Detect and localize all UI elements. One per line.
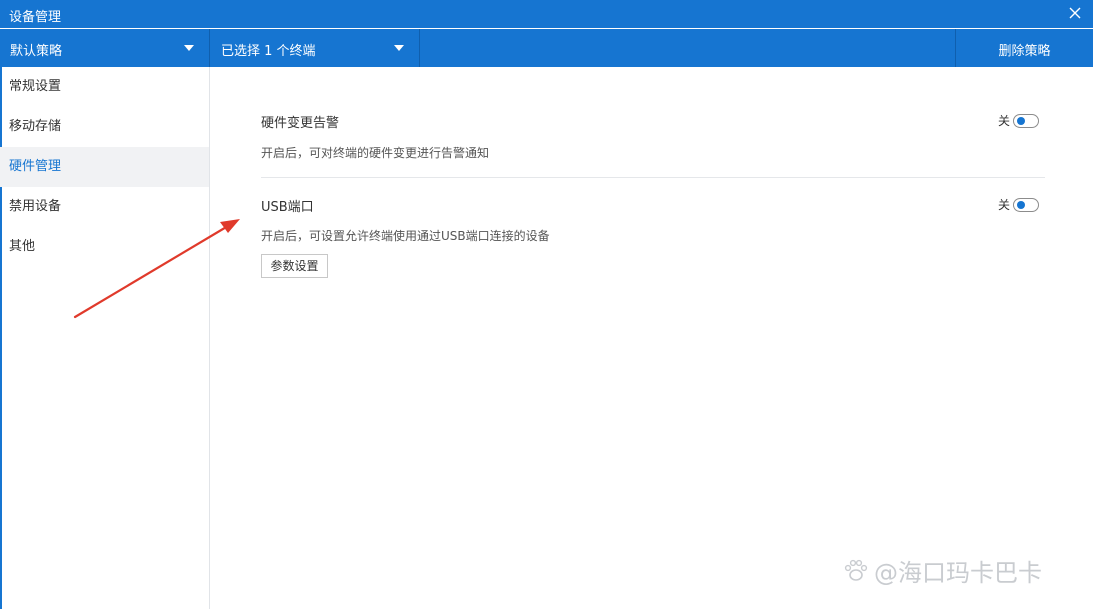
sidebar-item-removable-storage[interactable]: 移动存储 xyxy=(0,107,209,147)
window-title: 设备管理 xyxy=(9,10,62,25)
delete-policy-label: 删除策略 xyxy=(998,44,1051,59)
hardware-alert-state: 关 xyxy=(998,114,1011,128)
watermark: @海口玛卡巴卡 xyxy=(842,553,1042,588)
usb-port-toggle[interactable] xyxy=(1013,197,1040,212)
toolbar: 默认策略 已选择 1 个终端 删除策略 xyxy=(0,29,1093,67)
usb-port-state: 关 xyxy=(998,198,1011,212)
hardware-alert-toggle[interactable] xyxy=(1013,113,1040,128)
hardware-alert-switch: 关 xyxy=(998,112,1040,129)
toggle-knob xyxy=(1017,200,1026,209)
watermark-text: @海口玛卡巴卡 xyxy=(874,559,1042,587)
main-panel: 硬件变更告警 关 开启后，可对终端的硬件变更进行告警通知 USB端口 关 开启后… xyxy=(211,67,1093,609)
terminal-dropdown[interactable]: 已选择 1 个终端 xyxy=(211,29,420,67)
usb-port-title: USB端口 xyxy=(261,200,314,215)
terminal-dropdown-label: 已选择 1 个终端 xyxy=(221,44,316,59)
policy-dropdown-label: 默认策略 xyxy=(10,44,63,59)
sidebar-item-general[interactable]: 常规设置 xyxy=(0,67,209,107)
close-icon[interactable] xyxy=(1065,3,1085,23)
title-bar: 设备管理 xyxy=(0,0,1093,28)
sidebar-item-hardware[interactable]: 硬件管理 xyxy=(0,147,209,187)
policy-dropdown[interactable]: 默认策略 xyxy=(0,29,210,67)
usb-port-switch: 关 xyxy=(998,196,1040,213)
hardware-alert-title: 硬件变更告警 xyxy=(261,116,340,131)
sidebar: 常规设置 移动存储 硬件管理 禁用设备 其他 xyxy=(0,67,210,609)
section-divider xyxy=(261,177,1045,178)
caret-down-icon xyxy=(184,45,194,51)
param-settings-button[interactable]: 参数设置 xyxy=(261,254,328,278)
sidebar-item-disabled-devices[interactable]: 禁用设备 xyxy=(0,187,209,227)
sidebar-item-other[interactable]: 其他 xyxy=(0,227,209,267)
delete-policy-button[interactable]: 删除策略 xyxy=(955,29,1093,67)
toggle-knob xyxy=(1017,116,1026,125)
paw-icon xyxy=(844,559,868,581)
hardware-alert-desc: 开启后，可对终端的硬件变更进行告警通知 xyxy=(261,146,490,160)
caret-down-icon xyxy=(394,45,404,51)
usb-port-desc: 开启后，可设置允许终端使用通过USB端口连接的设备 xyxy=(261,229,550,243)
